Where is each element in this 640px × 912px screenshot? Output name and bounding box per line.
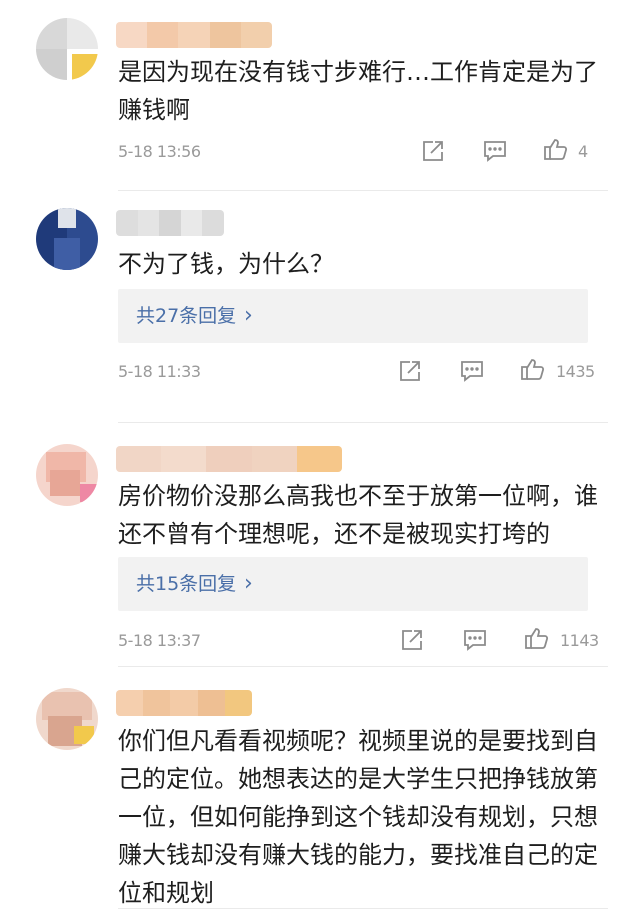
share-icon[interactable] [397,359,423,383]
like-count: 1143 [560,631,599,650]
chevron-right-icon: › [244,571,253,596]
username[interactable] [116,446,342,472]
thumbs-up-icon[interactable] [520,357,546,381]
divider [118,908,608,909]
view-replies-button[interactable]: 共15条回复 › [118,557,588,611]
avatar[interactable] [36,18,98,80]
like-count: 1435 [556,362,595,381]
comment-timestamp: 5-18 13:56 [118,142,201,161]
share-icon[interactable] [420,139,446,163]
replies-label: 共15条回复 [136,573,237,595]
comment-text: 不为了钱，为什么？ [118,250,334,278]
avatar[interactable] [36,688,98,750]
share-icon[interactable] [399,628,425,652]
comment-timestamp: 5-18 13:37 [118,631,201,650]
comment-text: 房价物价没那么高我也不至于放第一位啊，谁还不曾有个理想呢，还不是被现实打垮的 [118,482,598,548]
avatar[interactable] [36,444,98,506]
replies-label: 共27条回复 [136,305,237,327]
comment-icon[interactable] [462,628,488,652]
comment-timestamp: 5-18 11:33 [118,362,201,381]
chevron-right-icon: › [244,303,253,328]
username[interactable] [116,690,252,716]
view-replies-button[interactable]: 共27条回复 › [118,289,588,343]
comment-text: 是因为现在没有钱寸步难行…工作肯定是为了赚钱啊 [118,58,598,124]
thumbs-up-icon[interactable] [543,137,569,161]
avatar[interactable] [36,208,98,270]
comment-icon[interactable] [482,139,508,163]
divider [118,190,608,191]
divider [118,422,608,423]
like-count: 4 [578,142,588,161]
username[interactable] [116,210,224,236]
comment-icon[interactable] [459,359,485,383]
username[interactable] [116,22,272,48]
comment-text: 你们但凡看看视频呢？视频里说的是要找到自己的定位。她想表达的是大学生只把挣钱放第… [118,727,598,907]
divider [118,666,608,667]
thumbs-up-icon[interactable] [524,626,550,650]
